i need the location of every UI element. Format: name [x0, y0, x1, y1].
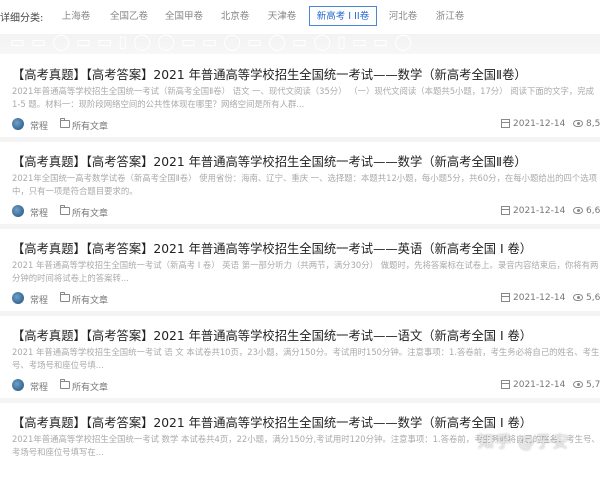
- filter-tab-beijing[interactable]: 北京卷: [213, 6, 257, 26]
- decorative-banner-strip: ▭▭◯▭▭▯◯◯▭▭◯▭◯▭◯▯▭▭◯: [0, 34, 600, 54]
- article-meta: 常程 所有文章 2021-12-14 5,73: [12, 378, 600, 394]
- article-summary: 2021年普通高等学校招生全国统一考试（新高考全国Ⅱ卷） 语文 一、现代文阅读（…: [12, 86, 594, 109]
- folder-icon: [60, 379, 70, 389]
- filter-tab-zhejiang[interactable]: 浙江卷: [428, 6, 472, 26]
- article-category[interactable]: 所有文章: [72, 119, 108, 132]
- article-meta: 常程 所有文章 2021-12-14 6,60: [12, 204, 600, 220]
- article-summary: 2021 年普通高等学校招生全国统一考试（新高考 I 卷） 英语 第一部分听力（…: [12, 260, 599, 283]
- article-summary: 2021年全国统一高考数学试卷（新高考全国Ⅱ卷） 使用省份：海南、辽宁、重庆 一…: [12, 173, 598, 196]
- filter-tab-shanghai[interactable]: 上海卷: [52, 6, 100, 26]
- eye-icon: [573, 294, 583, 301]
- banner-ghost-pattern: ▭▭◯▭▭▯◯◯▭▭◯▭◯▭◯▯▭▭◯: [10, 34, 419, 51]
- article-date: 2021-12-14: [513, 293, 566, 303]
- author-avatar[interactable]: [12, 292, 24, 304]
- folder-icon: [60, 292, 70, 302]
- author-avatar[interactable]: [12, 379, 24, 391]
- article-category[interactable]: 所有文章: [72, 293, 108, 306]
- article-title[interactable]: 【高考真题】【高考答案】2021 年普通高等学校招生全国统一考试——英语（新高考…: [12, 239, 532, 257]
- view-count: 5,73: [586, 380, 600, 390]
- filter-tab-hebei[interactable]: 河北卷: [381, 6, 425, 26]
- author-avatar[interactable]: [12, 118, 24, 130]
- filter-tab-national-a[interactable]: 全国甲卷: [158, 6, 210, 26]
- eye-icon: [573, 120, 583, 127]
- category-filter-bar: 详细分类: 上海卷 全国乙卷 全国甲卷 北京卷 天津卷 新高考 I II卷 河北…: [0, 0, 600, 34]
- article-category[interactable]: 所有文章: [72, 206, 108, 219]
- filter-tab-new-gaokao[interactable]: 新高考 I II卷: [309, 6, 377, 26]
- article-date: 2021-12-14: [513, 206, 566, 216]
- article-title[interactable]: 【高考真题】【高考答案】2021 年普通高等学校招生全国统一考试——数学（新高考…: [12, 65, 527, 83]
- eye-icon: [573, 381, 583, 388]
- view-count: 5,67: [586, 293, 600, 303]
- article-meta: 常程 所有文章 2021-12-14 5,67: [12, 291, 600, 307]
- view-count: 6,60: [586, 206, 600, 216]
- article-title[interactable]: 【高考真题】【高考答案】2021 年普通高等学校招生全国统一考试——数学（新高考…: [12, 152, 527, 170]
- filter-tab-national-b[interactable]: 全国乙卷: [103, 6, 155, 26]
- folder-icon: [60, 205, 70, 215]
- folder-icon: [60, 118, 70, 128]
- filter-tab-tianjin[interactable]: 天津卷: [260, 6, 304, 26]
- calendar-icon: [501, 206, 510, 215]
- author-name[interactable]: 常程: [30, 380, 48, 393]
- author-avatar[interactable]: [12, 205, 24, 217]
- article-meta: 常程 所有文章 2021-12-14 8,59: [12, 117, 600, 133]
- article-summary: 2021 年普通高等学校招生全国统一考试 语 文 本试卷共10页，23小题，满分…: [12, 347, 600, 370]
- article-category[interactable]: 所有文章: [72, 380, 108, 393]
- calendar-icon: [501, 293, 510, 302]
- article-date: 2021-12-14: [513, 119, 566, 129]
- article-date: 2021-12-14: [513, 380, 566, 390]
- calendar-icon: [501, 380, 510, 389]
- calendar-icon: [501, 119, 510, 128]
- article-card: 【高考真题】【高考答案】2021 年普通高等学校招生全国统一考试——数学（新高考…: [0, 142, 600, 229]
- view-count: 8,59: [586, 119, 600, 129]
- article-card: 【高考真题】【高考答案】2021 年普通高等学校招生全国统一考试——语文（新高考…: [0, 316, 600, 403]
- article-card: 【高考真题】【高考答案】2021 年普通高等学校招生全国统一考试——英语（新高考…: [0, 229, 600, 316]
- eye-icon: [573, 207, 583, 214]
- filter-label: 详细分类:: [0, 13, 44, 24]
- article-title[interactable]: 【高考真题】【高考答案】2021 年普通高等学校招生全国统一考试——语文（新高考…: [12, 326, 532, 344]
- author-name[interactable]: 常程: [30, 293, 48, 306]
- author-name[interactable]: 常程: [30, 119, 48, 132]
- zhihu-watermark: 知乎 @子安: [478, 432, 570, 451]
- author-name[interactable]: 常程: [30, 206, 48, 219]
- article-card: 【高考真题】【高考答案】2021 年普通高等学校招生全国统一考试——数学（新高考…: [0, 55, 600, 142]
- article-title[interactable]: 【高考真题】【高考答案】2021 年普通高等学校招生全国统一考试——数学（新高考…: [12, 413, 532, 431]
